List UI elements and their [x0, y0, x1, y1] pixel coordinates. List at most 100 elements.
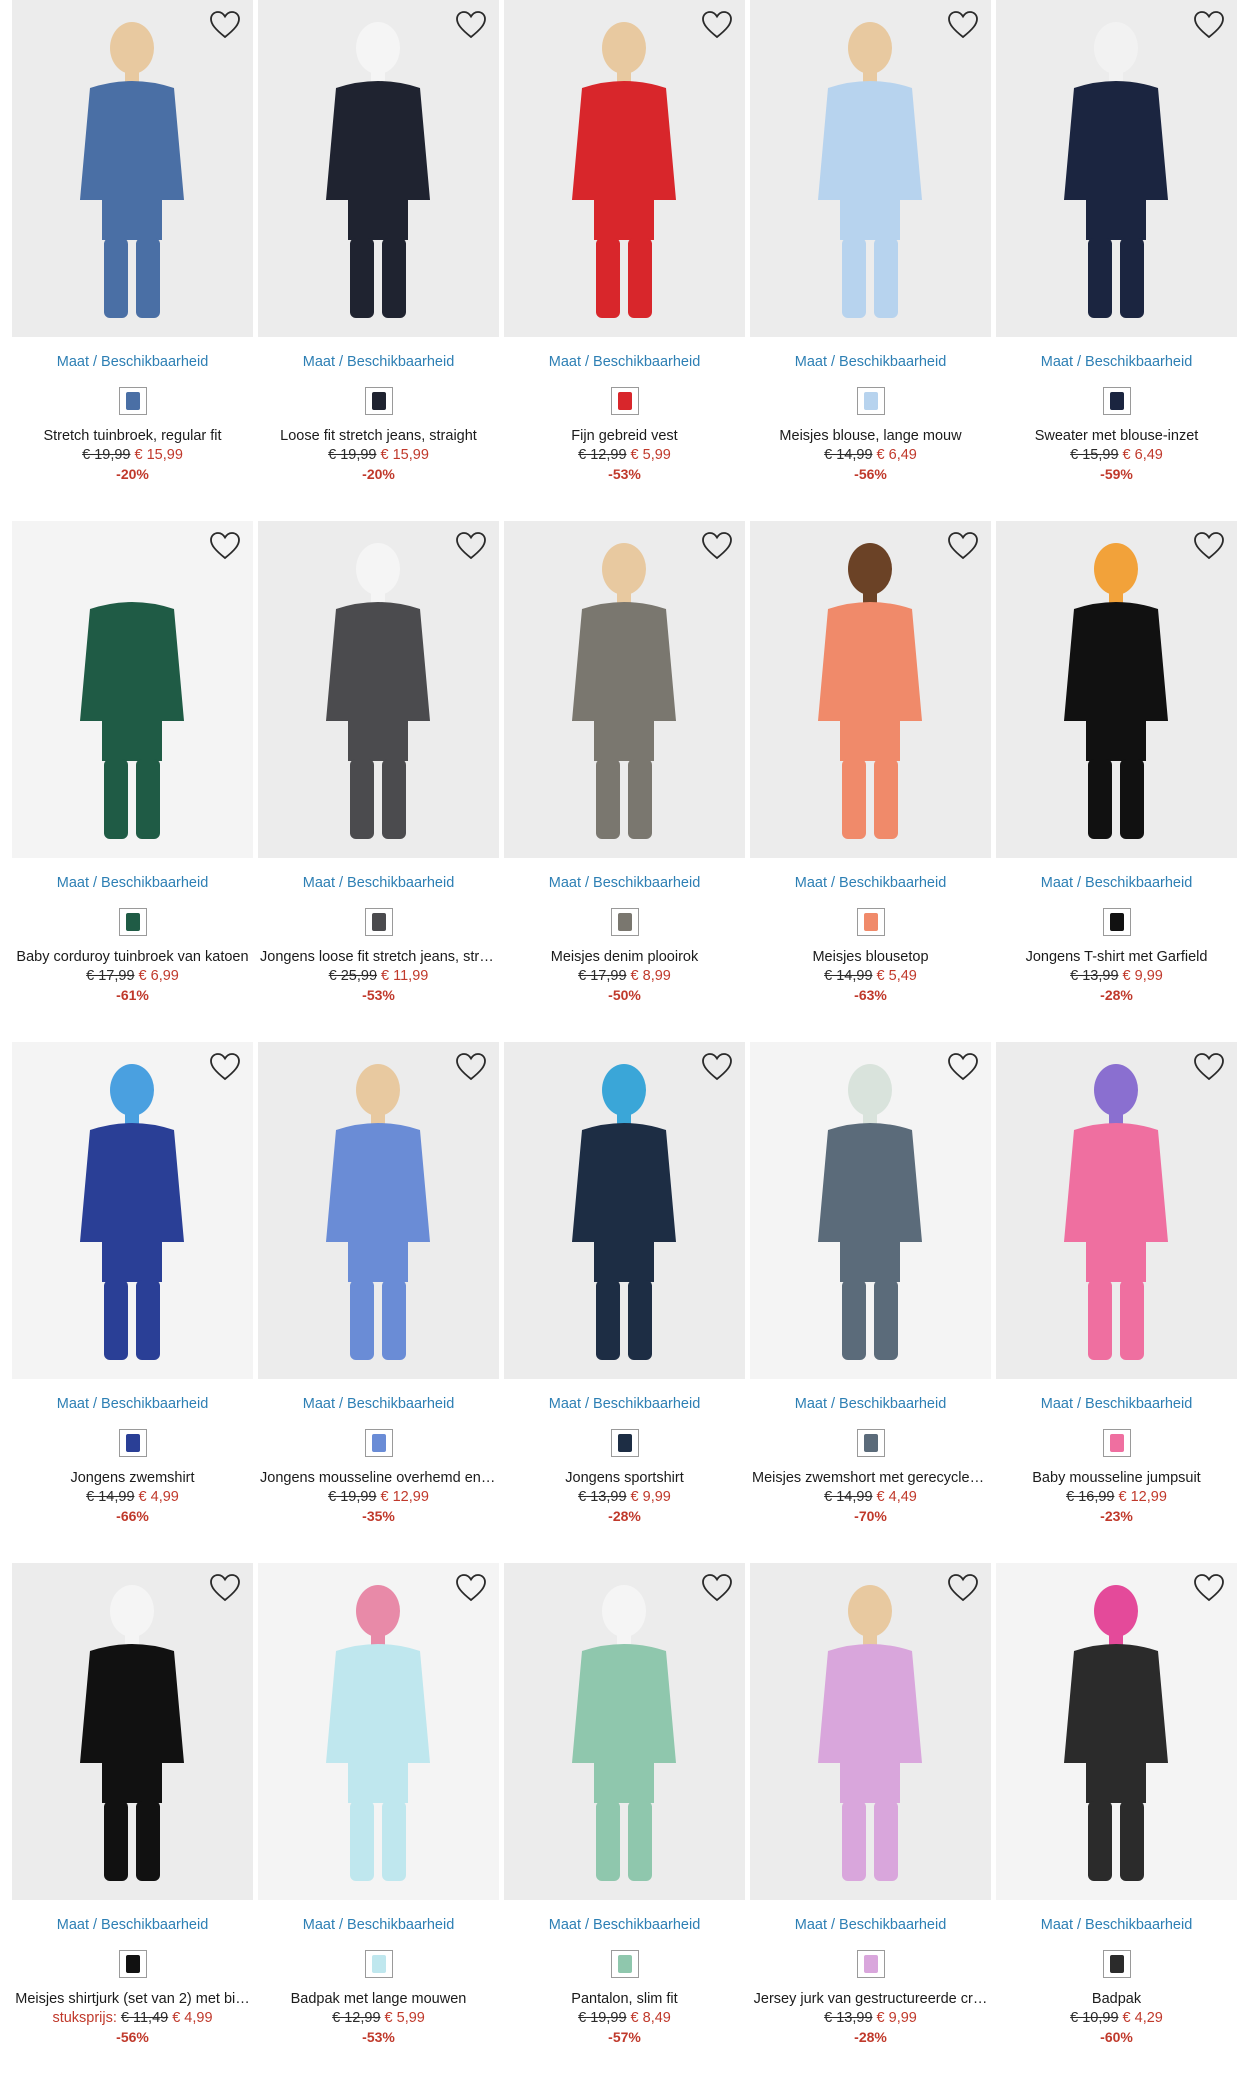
color-swatch[interactable] [856, 1429, 885, 1457]
product-name[interactable]: Meisjes blouse, lange mouw [750, 427, 991, 445]
product-image[interactable] [996, 1563, 1237, 1900]
product-image[interactable] [750, 1563, 991, 1900]
product-image[interactable] [504, 1042, 745, 1379]
wishlist-heart-icon[interactable] [947, 531, 979, 561]
product-card[interactable]: Maat / Beschikbaarheid Baby mousseline j… [996, 1042, 1237, 1563]
wishlist-heart-icon[interactable] [209, 10, 241, 40]
size-availability-link[interactable]: Maat / Beschikbaarheid [12, 1395, 253, 1413]
product-name[interactable]: Jongens loose fit stretch jeans, stra… [258, 948, 499, 966]
size-availability-link[interactable]: Maat / Beschikbaarheid [258, 1395, 499, 1413]
product-image[interactable] [996, 1042, 1237, 1379]
color-swatch[interactable] [364, 908, 393, 936]
product-card[interactable]: Maat / Beschikbaarheid Jongens T-shirt m… [996, 521, 1237, 1042]
color-swatch[interactable] [610, 1429, 639, 1457]
wishlist-heart-icon[interactable] [701, 1052, 733, 1082]
color-swatch[interactable] [1102, 1429, 1131, 1457]
wishlist-heart-icon[interactable] [701, 10, 733, 40]
product-name[interactable]: Baby corduroy tuinbroek van katoen [12, 948, 253, 966]
product-card[interactable]: Maat / Beschikbaarheid Sweater met blous… [996, 0, 1237, 521]
size-availability-link[interactable]: Maat / Beschikbaarheid [750, 1916, 991, 1934]
product-name[interactable]: Stretch tuinbroek, regular fit [12, 427, 253, 445]
wishlist-heart-icon[interactable] [209, 1573, 241, 1603]
product-name[interactable]: Badpak [996, 1990, 1237, 2008]
size-availability-link[interactable]: Maat / Beschikbaarheid [504, 1395, 745, 1413]
wishlist-heart-icon[interactable] [701, 531, 733, 561]
product-name[interactable]: Baby mousseline jumpsuit [996, 1469, 1237, 1487]
wishlist-heart-icon[interactable] [947, 1052, 979, 1082]
product-image[interactable] [504, 1563, 745, 1900]
product-image[interactable] [12, 1042, 253, 1379]
product-name[interactable]: Sweater met blouse-inzet [996, 427, 1237, 445]
product-name[interactable]: Meisjes zwemshort met gerecycled… [750, 1469, 991, 1487]
size-availability-link[interactable]: Maat / Beschikbaarheid [12, 353, 253, 371]
product-name[interactable]: Jongens zwemshirt [12, 1469, 253, 1487]
product-name[interactable]: Meisjes blousetop [750, 948, 991, 966]
color-swatch[interactable] [610, 908, 639, 936]
color-swatch[interactable] [364, 1429, 393, 1457]
product-card[interactable]: Maat / Beschikbaarheid Jongens loose fit… [258, 521, 499, 1042]
product-card[interactable]: Maat / Beschikbaarheid Jongens zwemshirt… [12, 1042, 253, 1563]
size-availability-link[interactable]: Maat / Beschikbaarheid [996, 1395, 1237, 1413]
product-card[interactable]: Maat / Beschikbaarheid Loose fit stretch… [258, 0, 499, 521]
product-image[interactable] [996, 521, 1237, 858]
product-image[interactable] [258, 521, 499, 858]
product-card[interactable]: Maat / Beschikbaarheid Pantalon, slim fi… [504, 1563, 745, 2084]
product-name[interactable]: Meisjes shirtjurk (set van 2) met bi… [12, 1990, 253, 2008]
wishlist-heart-icon[interactable] [1193, 1573, 1225, 1603]
product-card[interactable]: Maat / Beschikbaarheid Badpak € 10,99 € 4… [996, 1563, 1237, 2084]
product-image[interactable] [996, 0, 1237, 337]
color-swatch[interactable] [610, 1950, 639, 1978]
product-card[interactable]: Maat / Beschikbaarheid Meisjes blousetop… [750, 521, 991, 1042]
wishlist-heart-icon[interactable] [455, 1573, 487, 1603]
product-name[interactable]: Meisjes denim plooirok [504, 948, 745, 966]
size-availability-link[interactable]: Maat / Beschikbaarheid [258, 353, 499, 371]
wishlist-heart-icon[interactable] [1193, 531, 1225, 561]
color-swatch[interactable] [118, 908, 147, 936]
product-name[interactable]: Jongens T-shirt met Garfield [996, 948, 1237, 966]
size-availability-link[interactable]: Maat / Beschikbaarheid [750, 353, 991, 371]
size-availability-link[interactable]: Maat / Beschikbaarheid [750, 874, 991, 892]
product-name[interactable]: Jersey jurk van gestructureerde cr… [750, 1990, 991, 2008]
product-card[interactable]: Maat / Beschikbaarheid Fijn gebreid vest… [504, 0, 745, 521]
product-card[interactable]: Maat / Beschikbaarheid Baby corduroy tui… [12, 521, 253, 1042]
product-image[interactable] [258, 1563, 499, 1900]
wishlist-heart-icon[interactable] [701, 1573, 733, 1603]
product-image[interactable] [750, 0, 991, 337]
product-card[interactable]: Maat / Beschikbaarheid Meisjes blouse, l… [750, 0, 991, 521]
product-card[interactable]: Maat / Beschikbaarheid Jersey jurk van g… [750, 1563, 991, 2084]
size-availability-link[interactable]: Maat / Beschikbaarheid [504, 1916, 745, 1934]
product-image[interactable] [504, 0, 745, 337]
wishlist-heart-icon[interactable] [947, 1573, 979, 1603]
size-availability-link[interactable]: Maat / Beschikbaarheid [258, 874, 499, 892]
wishlist-heart-icon[interactable] [209, 531, 241, 561]
product-card[interactable]: Maat / Beschikbaarheid Jongens mousselin… [258, 1042, 499, 1563]
product-name[interactable]: Jongens mousseline overhemd en s… [258, 1469, 499, 1487]
color-swatch[interactable] [364, 1950, 393, 1978]
color-swatch[interactable] [364, 387, 393, 415]
color-swatch[interactable] [118, 387, 147, 415]
color-swatch[interactable] [118, 1950, 147, 1978]
size-availability-link[interactable]: Maat / Beschikbaarheid [996, 1916, 1237, 1934]
wishlist-heart-icon[interactable] [209, 1052, 241, 1082]
color-swatch[interactable] [610, 387, 639, 415]
product-card[interactable]: Maat / Beschikbaarheid Meisjes zwemshort… [750, 1042, 991, 1563]
product-card[interactable]: Maat / Beschikbaarheid Stretch tuinbroek… [12, 0, 253, 521]
color-swatch[interactable] [856, 908, 885, 936]
product-image[interactable] [258, 1042, 499, 1379]
color-swatch[interactable] [1102, 908, 1131, 936]
wishlist-heart-icon[interactable] [455, 10, 487, 40]
color-swatch[interactable] [856, 387, 885, 415]
color-swatch[interactable] [118, 1429, 147, 1457]
wishlist-heart-icon[interactable] [455, 531, 487, 561]
product-image[interactable] [12, 1563, 253, 1900]
product-name[interactable]: Pantalon, slim fit [504, 1990, 745, 2008]
size-availability-link[interactable]: Maat / Beschikbaarheid [504, 353, 745, 371]
size-availability-link[interactable]: Maat / Beschikbaarheid [996, 874, 1237, 892]
product-name[interactable]: Badpak met lange mouwen [258, 1990, 499, 2008]
wishlist-heart-icon[interactable] [1193, 1052, 1225, 1082]
product-image[interactable] [12, 521, 253, 858]
product-image[interactable] [12, 0, 253, 337]
size-availability-link[interactable]: Maat / Beschikbaarheid [12, 1916, 253, 1934]
product-image[interactable] [750, 1042, 991, 1379]
product-name[interactable]: Jongens sportshirt [504, 1469, 745, 1487]
